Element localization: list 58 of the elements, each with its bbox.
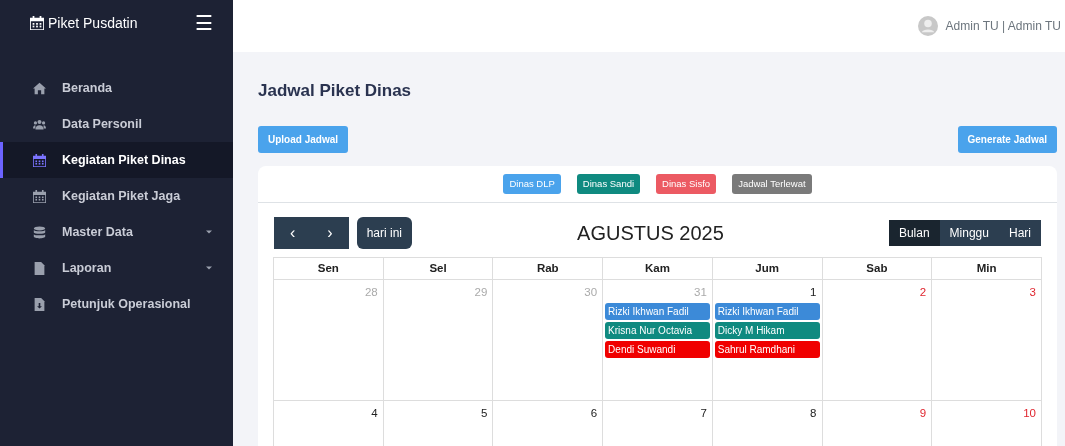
next-button[interactable]: › [311, 216, 349, 249]
sidebar-item[interactable]: Data Personil [0, 106, 233, 142]
legend-tag: Dinas DLP [503, 173, 561, 194]
event-item[interactable]: Dicky M Hikam [714, 322, 820, 339]
menu-toggle[interactable]: ☰ [195, 8, 213, 38]
day-number: 1 [809, 284, 818, 300]
file-download-icon [33, 297, 46, 311]
legend-tag: Dinas Sandi [576, 173, 641, 194]
home-icon [33, 81, 46, 95]
file-icon [33, 261, 46, 275]
day-number: 2 [918, 284, 928, 300]
day-number: 6 [589, 405, 599, 421]
sidebar-item[interactable]: Petunjuk Operasional [0, 286, 233, 322]
day-number: 10 [1022, 405, 1037, 421]
day-number: 29 [473, 284, 489, 300]
sidebar-item[interactable]: Master Data [0, 214, 233, 250]
database-icon [33, 225, 46, 239]
today-button[interactable]: hari ini [356, 216, 412, 249]
weekday-header: Rab [492, 257, 603, 280]
sidebar-item[interactable]: Beranda [0, 70, 233, 106]
avatar-icon [917, 16, 938, 36]
day-number: 3 [1028, 284, 1037, 300]
day-number: 28 [363, 284, 379, 300]
weekday-header: Sen [273, 257, 384, 280]
sidebar-item[interactable]: Laporan [0, 250, 233, 286]
day-number: 8 [809, 405, 818, 421]
event-item[interactable]: Krisna Nur Octavia [605, 322, 710, 339]
day-number: 4 [370, 405, 379, 421]
event-item[interactable]: Dendi Suwandi [605, 341, 710, 358]
event-item[interactable]: Rizki Ikhwan Fadil [605, 303, 710, 320]
view-tab[interactable]: Hari [998, 219, 1041, 246]
weekday-header: Min [931, 257, 1042, 280]
day-number: 9 [918, 405, 928, 421]
day-number: 30 [583, 284, 599, 300]
view-tab[interactable]: Minggu [939, 219, 999, 246]
sidebar-item[interactable]: Kegiatan Piket Dinas [0, 142, 233, 178]
legend-tag: Jadwal Terlewat [732, 173, 812, 194]
calendar-title: AGUSTUS 2025 [577, 220, 724, 246]
event-item[interactable]: Sahrul Ramdhani [714, 341, 820, 358]
page-title: Jadwal Piket Dinas [258, 80, 413, 102]
weekday-header: Jum [712, 257, 822, 280]
calendar-icon [30, 16, 44, 30]
brand-title: Piket Pusdatin [48, 13, 138, 33]
weekday-header: Sel [383, 257, 493, 280]
sidebar-item[interactable]: Kegiatan Piket Jaga [0, 178, 233, 214]
weekday-header: Sab [822, 257, 932, 280]
users-icon [33, 117, 46, 131]
day-number: 5 [480, 405, 489, 421]
legend-tag: Dinas Sisfo [656, 173, 717, 194]
calendar-icon [33, 189, 46, 203]
event-item[interactable]: Rizki Ikhwan Fadil [714, 303, 820, 320]
day-number: 31 [693, 284, 708, 300]
day-number: 7 [699, 405, 708, 421]
prev-button[interactable]: ‹ [274, 216, 312, 249]
calendar-icon [33, 153, 46, 167]
view-tab[interactable]: Bulan [888, 219, 940, 246]
user-name[interactable]: Admin TU | Admin TU [945, 17, 1061, 35]
weekday-header: Kam [602, 257, 713, 280]
